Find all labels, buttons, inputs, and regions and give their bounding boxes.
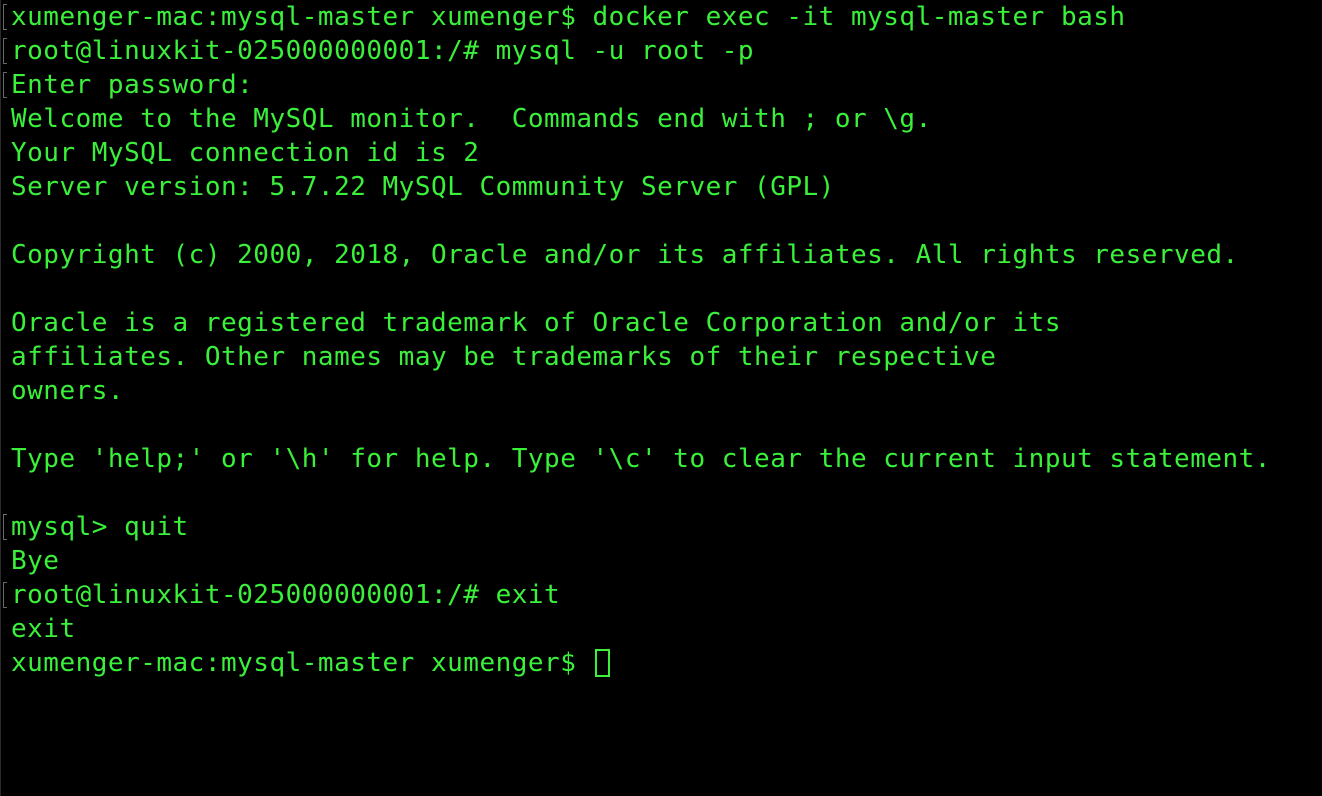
terminal-line: root@linuxkit-025000000001:/# exit xyxy=(3,578,1322,612)
line-text: Welcome to the MySQL monitor. Commands e… xyxy=(11,104,932,134)
prompt-mark xyxy=(3,72,7,98)
terminal-line: Welcome to the MySQL monitor. Commands e… xyxy=(11,102,1322,136)
terminal-line: Type 'help;' or '\h' for help. Type '\c'… xyxy=(11,442,1322,476)
terminal-line: Enter password: xyxy=(3,68,1322,102)
terminal-line: exit xyxy=(11,612,1322,646)
prompt-mark xyxy=(3,38,7,64)
terminal-line: affiliates. Other names may be trademark… xyxy=(11,340,1322,374)
line-text: Type 'help;' or '\h' for help. Type '\c'… xyxy=(11,444,1271,474)
terminal-line: xumenger-mac:mysql-master xumenger$ dock… xyxy=(3,0,1322,34)
terminal-input-line[interactable]: xumenger-mac:mysql-master xumenger$ xyxy=(11,646,1322,680)
terminal-line: Oracle is a registered trademark of Orac… xyxy=(11,306,1322,340)
prompt-mark xyxy=(3,4,7,30)
line-text: exit xyxy=(11,614,76,644)
line-text: xumenger-mac:mysql-master xumenger$ dock… xyxy=(11,2,1126,32)
prompt-mark xyxy=(3,582,7,608)
line-text: Copyright (c) 2000, 2018, Oracle and/or … xyxy=(11,240,1239,270)
line-text: Bye xyxy=(11,546,60,576)
line-text: Oracle is a registered trademark of Orac… xyxy=(11,308,1061,338)
terminal-window[interactable]: xumenger-mac:mysql-master xumenger$ dock… xyxy=(0,0,1322,796)
terminal-line: Server version: 5.7.22 MySQL Community S… xyxy=(11,170,1322,204)
line-text: Your MySQL connection id is 2 xyxy=(11,138,480,168)
line-text: Server version: 5.7.22 MySQL Community S… xyxy=(11,172,835,202)
shell-prompt: xumenger-mac:mysql-master xumenger$ xyxy=(11,648,593,678)
line-text: owners. xyxy=(11,376,125,406)
terminal-line: Copyright (c) 2000, 2018, Oracle and/or … xyxy=(11,238,1322,272)
line-text: mysql> quit xyxy=(11,512,189,542)
terminal-line: root@linuxkit-025000000001:/# mysql -u r… xyxy=(3,34,1322,68)
terminal-line: Bye xyxy=(11,544,1322,578)
text-cursor[interactable] xyxy=(594,649,610,677)
line-text: Enter password: xyxy=(11,70,254,100)
terminal-line: owners. xyxy=(11,374,1322,408)
line-text: affiliates. Other names may be trademark… xyxy=(11,342,997,372)
prompt-mark xyxy=(3,514,7,540)
line-text: root@linuxkit-025000000001:/# mysql -u r… xyxy=(11,36,755,66)
terminal-line: mysql> quit xyxy=(3,510,1322,544)
terminal-line: Your MySQL connection id is 2 xyxy=(11,136,1322,170)
line-text: root@linuxkit-025000000001:/# exit xyxy=(11,580,561,610)
